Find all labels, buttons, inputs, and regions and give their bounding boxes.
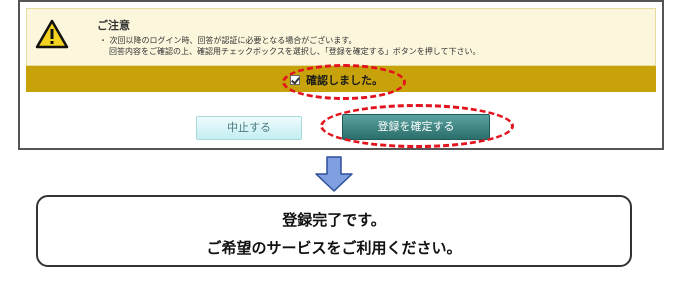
confirmation-panel: ご注意 ・ 次回以降のログイン時、回答が認証に必要となる場合がございます。 回答… (18, 0, 664, 150)
completion-message-box: 登録完了です。 ご希望のサービスをご利用ください。 (36, 195, 632, 267)
warning-triangle-icon (35, 19, 69, 49)
cancel-button[interactable]: 中止する (196, 116, 302, 140)
completion-message-line-2: ご希望のサービスをご利用ください。 (206, 239, 462, 257)
highlight-oval-submit (320, 104, 514, 148)
highlight-oval-confirm (282, 64, 406, 100)
notice-title: ご注意 (97, 19, 130, 32)
notice-line-2: 回答内容をご確認の上、確認用チェックボックスを選択し、「登録を確定する」ボタンを… (109, 47, 481, 56)
notice-box: ご注意 ・ 次回以降のログイン時、回答が認証に必要となる場合がございます。 回答… (26, 8, 656, 66)
notice-text: ・ 次回以降のログイン時、回答が認証に必要となる場合がございます。 回答内容をご… (99, 35, 481, 57)
notice-line-1: ・ 次回以降のログイン時、回答が認証に必要となる場合がございます。 (99, 36, 357, 45)
completion-message-line-1: 登録完了です。 (282, 211, 386, 229)
screen: ご注意 ・ 次回以降のログイン時、回答が認証に必要となる場合がございます。 回答… (0, 0, 680, 281)
arrow-down-icon (315, 156, 353, 192)
